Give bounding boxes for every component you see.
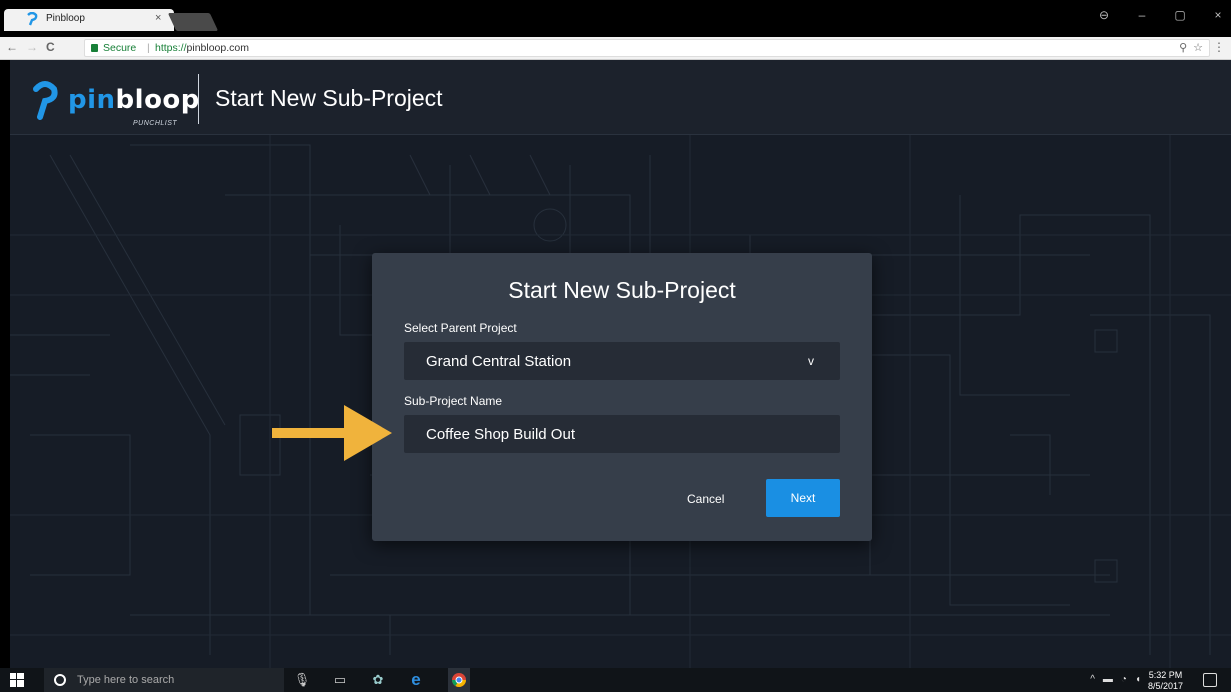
omnibox-icons: ⚲ ☆ xyxy=(1179,41,1203,54)
notification-icon[interactable] xyxy=(1203,673,1217,687)
parent-project-label: Select Parent Project xyxy=(404,321,517,335)
tab-close-icon[interactable]: × xyxy=(155,12,161,24)
maximize-icon[interactable]: ▢ xyxy=(1173,8,1187,22)
url-text: https://pinbloop.com xyxy=(155,42,249,54)
new-tab-button[interactable] xyxy=(167,13,219,31)
screen: Pinbloop × ⊖ – ▢ × ← → C Secure | https:… xyxy=(0,0,1231,692)
battery-icon[interactable]: ▬ xyxy=(1103,674,1113,685)
chrome-icon[interactable] xyxy=(448,668,470,692)
address-bar[interactable]: Secure | https://pinbloop.com ⚲ ☆ xyxy=(84,39,1210,57)
logo-word-rest: bloop xyxy=(115,85,200,115)
edge-icon[interactable]: e xyxy=(408,670,424,689)
bookmark-star-icon[interactable]: ☆ xyxy=(1193,41,1203,54)
windows-start-icon[interactable] xyxy=(10,673,24,687)
back-icon[interactable]: ← xyxy=(6,40,18,54)
taskbar-search-placeholder: Type here to search xyxy=(77,674,175,686)
dialog-title: Start New Sub-Project xyxy=(508,277,736,303)
lock-icon xyxy=(91,44,98,52)
browser-menu-icon[interactable]: ⋮ xyxy=(1213,40,1225,54)
page-title: Start New Sub-Project xyxy=(215,85,443,111)
cancel-button[interactable]: Cancel xyxy=(687,492,724,506)
taskbar-search[interactable]: Type here to search xyxy=(44,668,284,692)
subproject-name-input[interactable] xyxy=(404,415,840,453)
tab-strip: Pinbloop × ⊖ – ▢ × xyxy=(0,0,1231,37)
parent-project-select[interactable]: Grand Central Station v xyxy=(404,342,840,380)
browser-toolbar: ← → C Secure | https://pinbloop.com ⚲ ☆ … xyxy=(0,37,1231,60)
pinbloop-favicon-icon xyxy=(27,12,38,26)
app-icon[interactable]: ✿ xyxy=(370,672,386,688)
app-header: pinbloop PUNCHLIST Start New Sub-Project xyxy=(10,60,1231,135)
header-divider xyxy=(198,74,199,124)
subproject-name-label: Sub-Project Name xyxy=(404,394,503,408)
pinbloop-logo-icon[interactable] xyxy=(32,80,58,120)
arrow-pointer-icon xyxy=(272,405,392,461)
browser-tab[interactable]: Pinbloop × xyxy=(4,9,174,31)
close-window-icon[interactable]: × xyxy=(1211,8,1225,22)
wifi-icon[interactable]: ◔ xyxy=(1121,674,1127,685)
microphone-icon[interactable]: 🎙 xyxy=(294,672,311,688)
zoom-icon[interactable]: ⚲ xyxy=(1179,41,1187,54)
separator: | xyxy=(147,42,150,54)
clock-time: 5:32 PM xyxy=(1148,670,1183,680)
profile-icon[interactable]: ⊖ xyxy=(1097,8,1111,22)
next-button[interactable]: Next xyxy=(766,479,840,517)
window-controls: ⊖ – ▢ × xyxy=(1097,8,1225,22)
forward-icon[interactable]: → xyxy=(26,40,38,54)
cortana-icon xyxy=(54,674,66,686)
logo-subtitle: PUNCHLIST xyxy=(133,120,178,127)
volume-icon[interactable]: ◖ xyxy=(1135,674,1141,685)
tab-title: Pinbloop xyxy=(46,13,85,24)
chevron-down-icon: v xyxy=(808,354,814,368)
task-view-icon[interactable]: ▭ xyxy=(332,672,348,688)
logo-word-pin: pin xyxy=(68,85,116,115)
tray-chevron-icon[interactable]: ^ xyxy=(1090,674,1095,685)
reload-icon[interactable]: C xyxy=(46,40,55,54)
windows-taskbar: Type here to search 🎙 ▭ ✿ e ^ ▬ ◔ ◖ 5:32… xyxy=(0,668,1231,692)
clock-date: 8/5/2017 xyxy=(1147,681,1183,691)
secure-label: Secure xyxy=(103,42,137,54)
taskbar-clock[interactable]: 5:32 PM 8/5/2017 xyxy=(1148,670,1183,692)
parent-project-value: Grand Central Station xyxy=(426,353,572,370)
page-viewport: pinbloop PUNCHLIST Start New Sub-Project… xyxy=(10,60,1231,668)
minimize-icon[interactable]: – xyxy=(1135,8,1149,22)
url-host: pinbloop.com xyxy=(186,42,249,54)
new-subproject-dialog: Start New Sub-Project Select Parent Proj… xyxy=(372,253,872,541)
url-protocol: https:// xyxy=(155,42,187,54)
logo-wordmark[interactable]: pinbloop xyxy=(68,85,200,115)
system-tray: ^ ▬ ◔ ◖ xyxy=(1090,674,1141,685)
